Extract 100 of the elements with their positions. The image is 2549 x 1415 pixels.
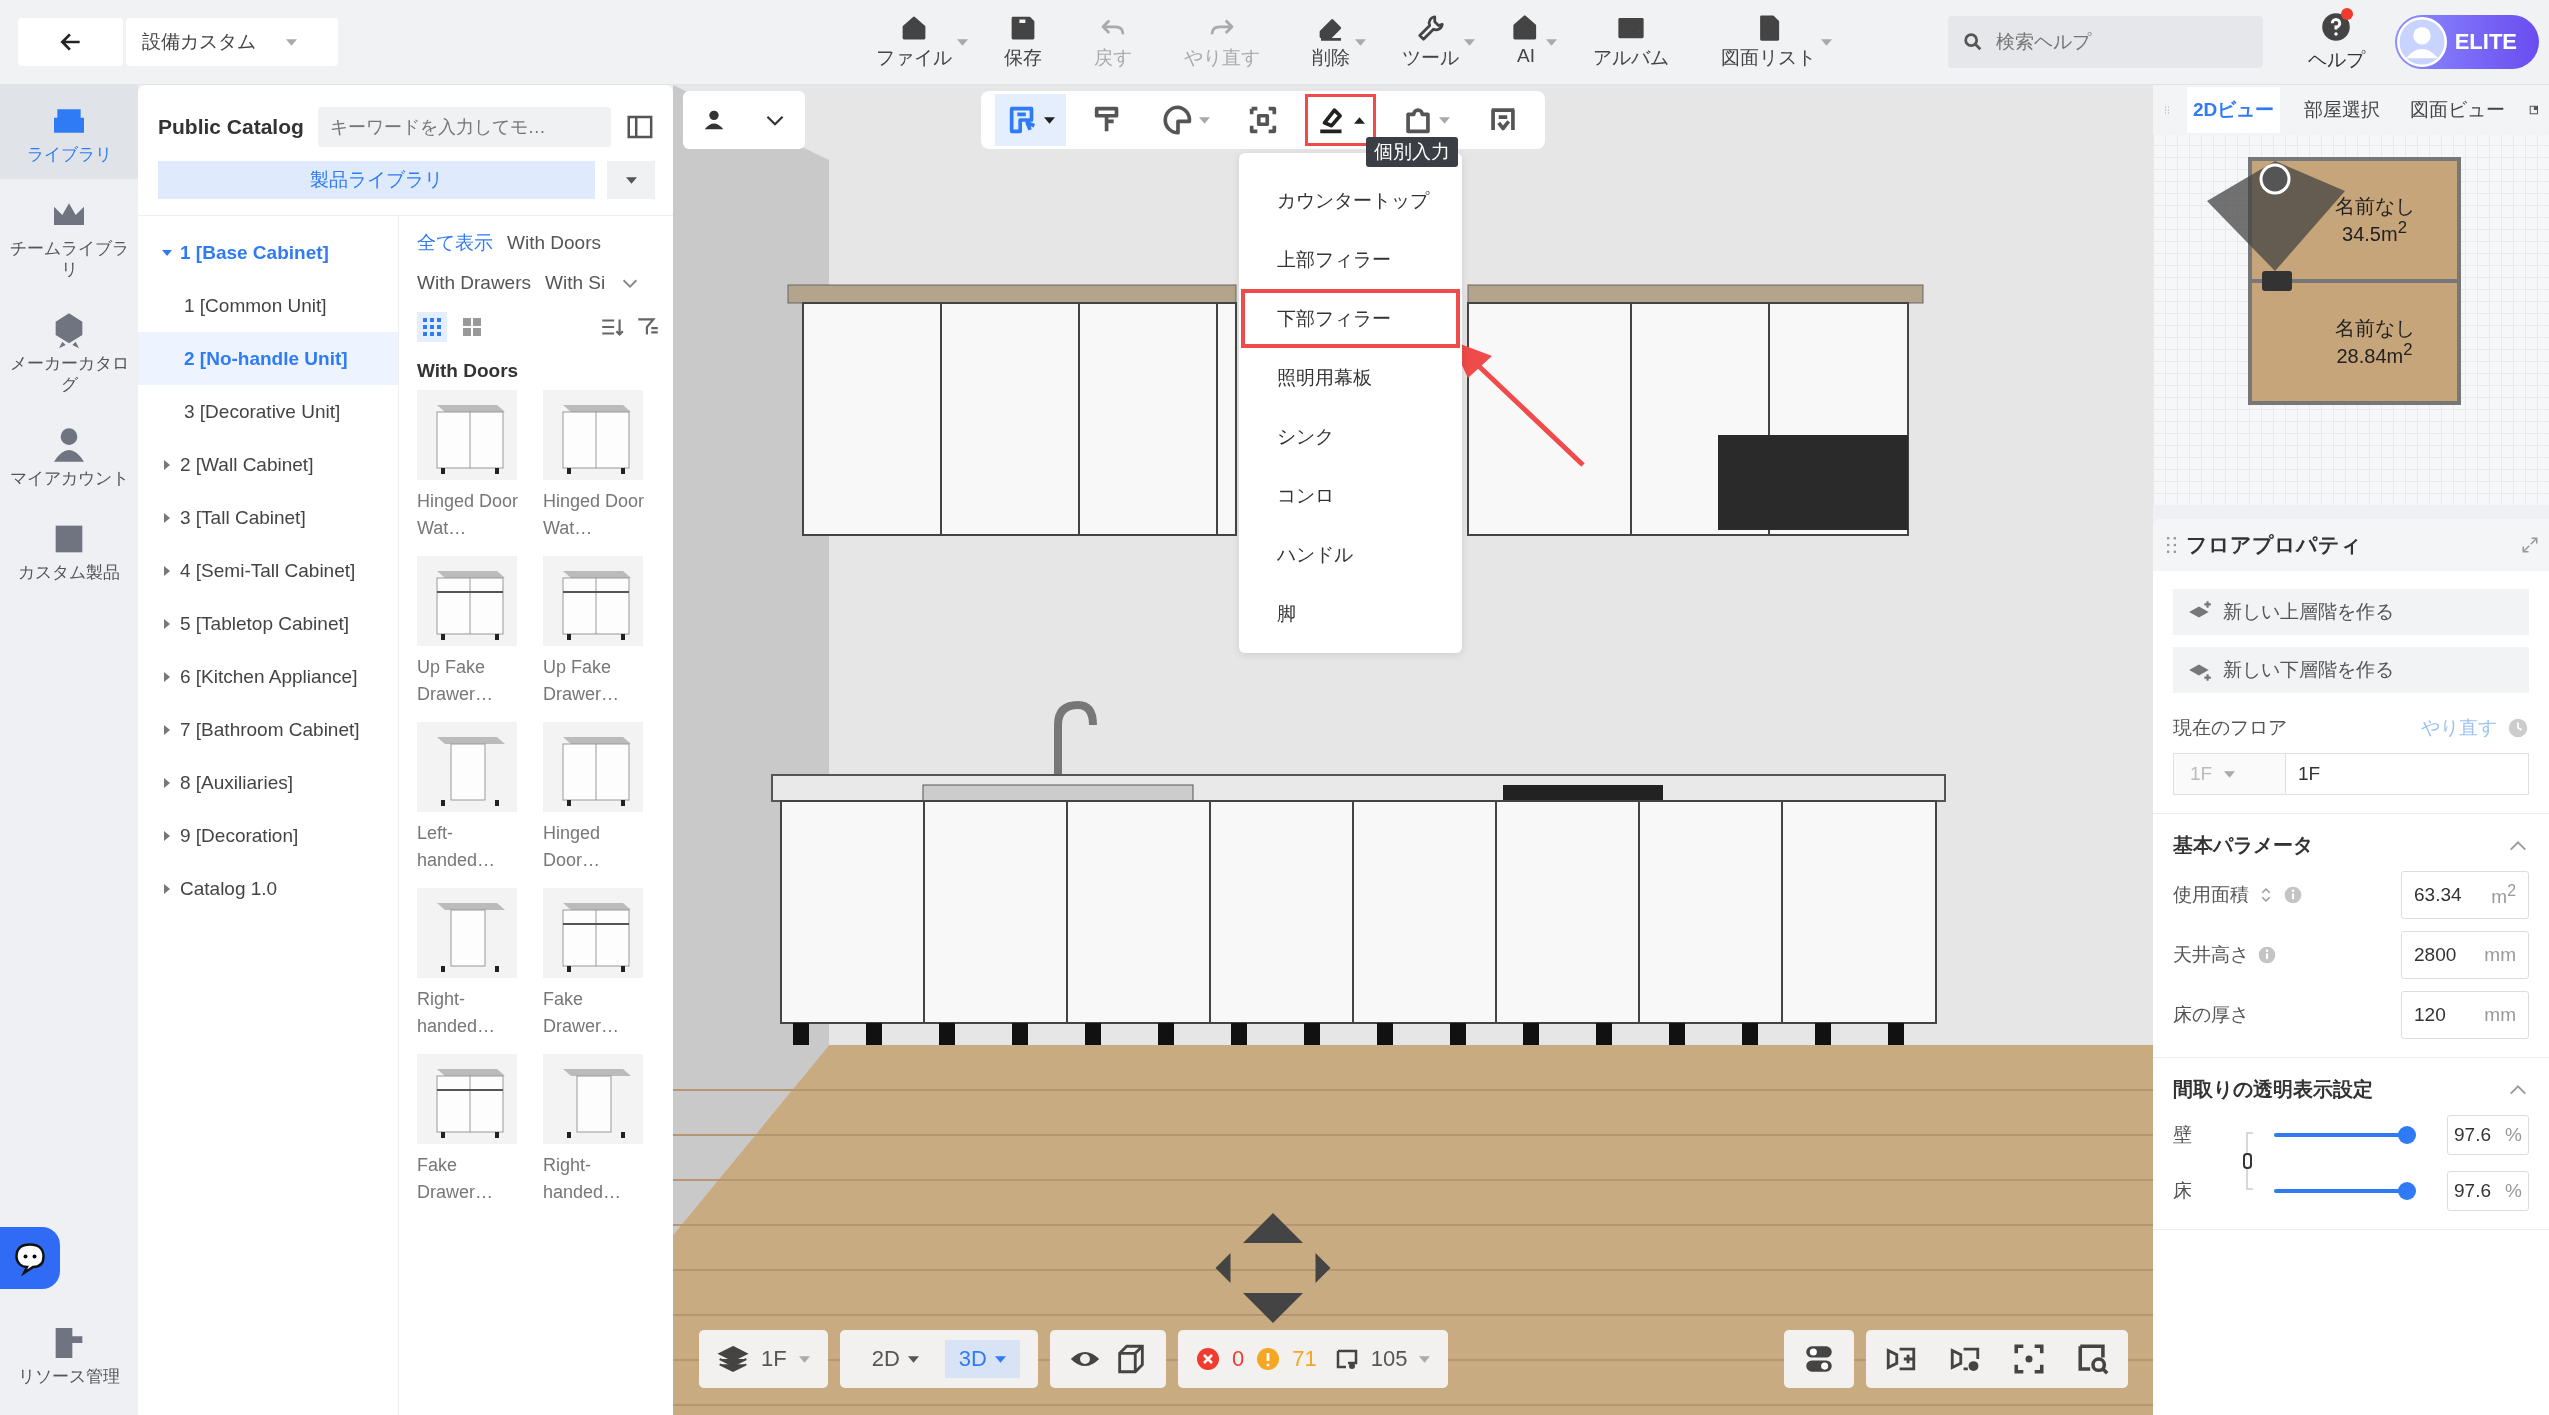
view-mode-toggle[interactable]: 2D: [857, 1340, 933, 1378]
caret-right-icon[interactable]: [162, 459, 172, 470]
filter-tab[interactable]: With Doors: [507, 232, 601, 254]
toolbar-button[interactable]: [1305, 94, 1376, 146]
section-title: 基本パラメータ: [2173, 833, 2313, 858]
view-tab[interactable]: 図面ビュー: [2404, 87, 2512, 133]
small-grid-icon[interactable]: [417, 312, 447, 342]
caret-right-icon[interactable]: [162, 724, 172, 735]
search-bar[interactable]: 検索ヘルプ: [1947, 16, 2263, 68]
room-area: 28.84m$^{2}$: [2336, 339, 2413, 368]
help-button[interactable]: ヘルプ: [2307, 11, 2365, 73]
value-field[interactable]: 63.34 m$^{2}$: [2401, 871, 2529, 919]
cabinet-thumbnail[interactable]: [543, 1054, 643, 1144]
tree-item[interactable]: 7 [Bathroom Cabinet]: [180, 718, 360, 741]
drag-handle-icon[interactable]: [2167, 537, 2176, 553]
toolbar-menu-button[interactable]: 削除: [1296, 13, 1366, 71]
caret-right-icon[interactable]: [162, 777, 172, 788]
create-floor-button[interactable]: 新しい下層階を作る: [2173, 647, 2529, 693]
caret-right-icon[interactable]: [162, 512, 172, 523]
tree-item[interactable]: 5 [Tabletop Cabinet]: [180, 612, 349, 635]
value-field[interactable]: 120 mm: [2401, 991, 2529, 1039]
wall-cabinets-drawing[interactable]: [1467, 284, 1924, 536]
caret-up-icon[interactable]: [1354, 116, 1365, 124]
value-field[interactable]: 97.6 %: [2447, 1171, 2529, 1211]
tree-item[interactable]: Catalog 1.0: [180, 877, 278, 900]
nav-item[interactable]: チームライブラリ: [0, 179, 138, 295]
menu-item[interactable]: ハンドル: [1241, 525, 1460, 584]
cabinet-thumbnail[interactable]: [417, 390, 517, 480]
tree-item[interactable]: 2 [Wall Cabinet]: [180, 453, 314, 476]
menu-item[interactable]: 下部フィラー: [1241, 289, 1460, 348]
caret-right-icon[interactable]: [162, 618, 172, 629]
menu-item[interactable]: 脚: [1241, 584, 1460, 643]
value-field[interactable]: 2800 mm: [2401, 931, 2529, 979]
menu-item[interactable]: シンク: [1241, 407, 1460, 466]
tree-item[interactable]: 1 [Base Cabinet]: [180, 241, 329, 264]
pan-down-arrow-icon[interactable]: [1243, 1293, 1303, 1323]
zoom-in-icon[interactable]: [2076, 1342, 2110, 1376]
caret-right-icon[interactable]: [162, 671, 172, 682]
view-tab[interactable]: 部屋選択: [2298, 87, 2387, 133]
nav-item[interactable]: カスタム製品: [0, 503, 138, 598]
filter-tab[interactable]: 全て表示: [417, 230, 493, 256]
tree-item[interactable]: 4 [Semi-Tall Cabinet]: [180, 559, 356, 582]
keyword-search-field[interactable]: キーワードを入力してモ…: [317, 107, 612, 147]
focus-icon[interactable]: [2012, 1342, 2046, 1376]
cabinet-thumbnail[interactable]: [543, 556, 643, 646]
caret-down-icon[interactable]: [1044, 116, 1055, 124]
product-name: Fake Drawer…: [417, 1154, 494, 1204]
nav-item[interactable]: メーカーカタログ: [0, 294, 138, 409]
project-dropdown[interactable]: 設備カスタム: [126, 18, 338, 66]
field-label: 天井高さ: [2173, 943, 2249, 967]
chat-button[interactable]: [0, 1226, 60, 1289]
view-tab[interactable]: 2Dビュー: [2187, 87, 2281, 133]
toolbar-menu-button[interactable]: AI: [1495, 13, 1557, 71]
cabinet-thumbnail[interactable]: [543, 722, 643, 812]
tree-item[interactable]: 3 [Tall Cabinet]: [180, 506, 306, 529]
toolbar-menu-button[interactable]: 図面リスト: [1705, 13, 1832, 71]
filter-tab[interactable]: With Si: [545, 272, 606, 294]
wall-cabinets-drawing[interactable]: [787, 284, 1237, 536]
create-floor-button[interactable]: 新しい上層階を作る: [2173, 589, 2529, 635]
search-input[interactable]: 検索ヘルプ: [1993, 30, 2249, 54]
nav-item[interactable]: リソース管理: [0, 1306, 138, 1401]
tree-item[interactable]: 3 [Decorative Unit]: [138, 385, 398, 438]
base-cabinets-drawing[interactable]: [771, 701, 1946, 1045]
expand-icon[interactable]: [2521, 536, 2539, 554]
caret-down-icon: [798, 1355, 810, 1363]
caret-right-icon[interactable]: [162, 883, 172, 894]
room-floor[interactable]: 名前なし 28.84m$^{2}$: [2252, 283, 2457, 401]
slider-label: 壁: [2173, 1123, 2193, 1147]
cabinet-thumbnail[interactable]: [543, 390, 643, 480]
tree-item[interactable]: 1 [Common Unit]: [138, 279, 398, 332]
floor-selector[interactable]: 1F: [699, 1330, 828, 1388]
plan-badge[interactable]: ELITE: [2394, 15, 2539, 69]
nav-item[interactable]: マイアカウント: [0, 408, 138, 504]
product-name: Hinged Door Wat…: [543, 490, 646, 540]
menu-item[interactable]: 上部フィラー: [1241, 230, 1460, 289]
menu-item[interactable]: カウンタートップ: [1241, 171, 1460, 230]
menu-item[interactable]: 照明用幕板: [1241, 348, 1460, 407]
toolbar-menu-button[interactable]: ツール: [1386, 13, 1475, 71]
toolbar-menu-button[interactable]: 保存: [988, 13, 1058, 71]
value-field[interactable]: 97.6 %: [2447, 1115, 2529, 1155]
pan-up-arrow-icon[interactable]: [1243, 1213, 1303, 1243]
filter-tab[interactable]: With Drawers: [417, 272, 531, 294]
toolbar-menu-button[interactable]: アルバム: [1577, 13, 1685, 71]
dropdown-button[interactable]: [607, 161, 655, 199]
caret-right-icon[interactable]: [162, 565, 172, 576]
cabinet-thumbnail[interactable]: [417, 888, 517, 978]
cabinet-thumbnail[interactable]: [543, 888, 643, 978]
menu-item[interactable]: コンロ: [1241, 466, 1460, 525]
room-name: 名前なし: [2334, 194, 2415, 218]
cabinet-thumbnail[interactable]: [417, 722, 517, 812]
cabinet-thumbnail[interactable]: [417, 556, 517, 646]
cabinet-thumbnail[interactable]: [417, 1054, 517, 1144]
room-area: 34.5m$^{2}$: [2342, 217, 2407, 246]
tree-item[interactable]: 6 [Kitchen Appliance]: [180, 665, 358, 688]
toolbar-menu-button[interactable]: ファイル: [860, 13, 968, 71]
tree-item[interactable]: 8 [Auxiliaries]: [180, 771, 293, 794]
tree-item[interactable]: 9 [Decoration]: [180, 824, 299, 847]
issue-counter[interactable]: 0 71 105: [1177, 1330, 1449, 1388]
caret-right-icon[interactable]: [162, 830, 172, 841]
tree-item[interactable]: 2 [No-handle Unit]: [138, 332, 398, 385]
